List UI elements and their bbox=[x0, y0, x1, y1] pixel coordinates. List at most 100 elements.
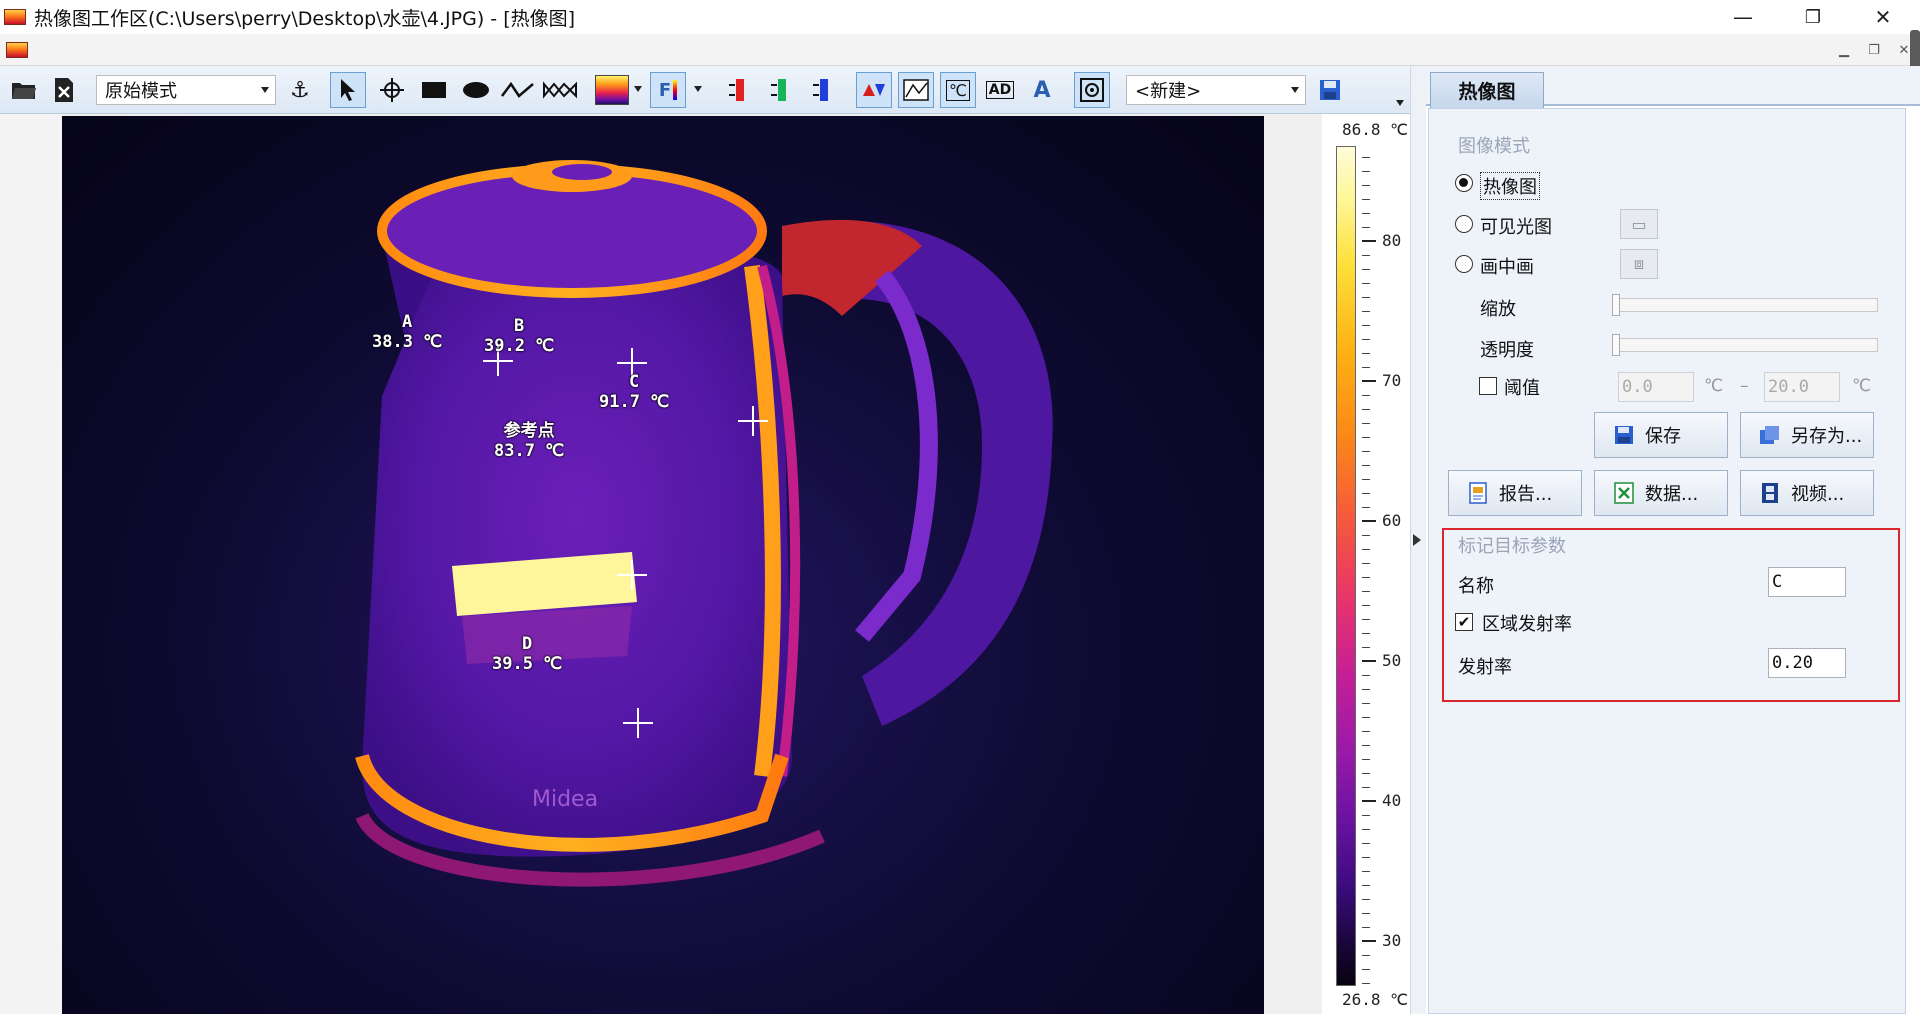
mdi-restore-icon[interactable]: ❐ bbox=[1864, 40, 1884, 60]
isotherm-low-icon[interactable] bbox=[804, 72, 840, 108]
scale-minor-tick bbox=[1362, 269, 1370, 271]
save-as-button[interactable]: 另存为... bbox=[1740, 412, 1874, 458]
radio-thermal[interactable] bbox=[1455, 174, 1473, 192]
polyline-tool-icon[interactable] bbox=[500, 72, 536, 108]
scale-minor-tick bbox=[1362, 675, 1370, 677]
marker-c-crosshair-icon[interactable] bbox=[738, 406, 768, 436]
marker-c-name: C bbox=[629, 372, 640, 392]
opacity-slider[interactable] bbox=[1612, 338, 1878, 352]
marker-ref-crosshair-icon[interactable] bbox=[617, 560, 647, 590]
chevron-down-icon bbox=[1291, 87, 1299, 93]
marker-a-temp: 38.3 ℃ bbox=[372, 332, 443, 352]
window-title: 热像图工作区(C:\Users\perry\Desktop\水壶\4.JPG) … bbox=[34, 7, 576, 30]
scale-minor-tick bbox=[1362, 913, 1370, 915]
splitter-arrow-icon[interactable] bbox=[1413, 534, 1421, 546]
zoom-label: 缩放 bbox=[1480, 299, 1516, 320]
report-button[interactable]: 报告... bbox=[1448, 470, 1582, 516]
display-mode-select[interactable]: 原始模式 bbox=[96, 75, 276, 105]
minimize-button[interactable]: — bbox=[1710, 0, 1776, 34]
text-annotation-icon[interactable]: A bbox=[1024, 72, 1060, 108]
scale-tick-label: 40 bbox=[1382, 791, 1402, 811]
scale-minor-tick bbox=[1362, 409, 1370, 411]
threshold-dash: – bbox=[1740, 376, 1749, 396]
palette-selector[interactable] bbox=[590, 72, 634, 108]
zoom-slider-thumb[interactable] bbox=[1612, 294, 1620, 316]
radio-visible-label[interactable]: 可见光图 bbox=[1480, 213, 1552, 239]
video-button[interactable]: 视频... bbox=[1740, 470, 1874, 516]
scale-minor-tick bbox=[1362, 717, 1370, 719]
target-name-field[interactable]: C bbox=[1768, 567, 1846, 597]
save-as-button-label: 另存为... bbox=[1791, 426, 1863, 447]
isotherm-high-icon[interactable] bbox=[720, 72, 756, 108]
restore-button[interactable]: ❐ bbox=[1780, 0, 1846, 34]
threshold-high-field[interactable]: 20.0 bbox=[1764, 372, 1840, 402]
film-icon bbox=[1759, 482, 1781, 504]
toolbar: 原始模式 ⚓ F ℃ AD A <新建> bbox=[0, 66, 1410, 114]
region-emissivity-checkbox[interactable]: ✔ bbox=[1455, 613, 1473, 631]
ad-value-icon[interactable]: AD bbox=[982, 72, 1018, 108]
isotherm-mid-icon[interactable] bbox=[762, 72, 798, 108]
temperature-profile-icon[interactable] bbox=[898, 72, 934, 108]
scale-minor-tick bbox=[1362, 577, 1370, 579]
visible-image-icon[interactable]: ▭ bbox=[1620, 209, 1658, 239]
toolbar-overflow-icon[interactable] bbox=[1396, 100, 1404, 106]
ellipse-tool-icon[interactable] bbox=[458, 72, 494, 108]
scale-minor-tick bbox=[1362, 325, 1370, 327]
radio-pip[interactable] bbox=[1455, 255, 1473, 273]
close-file-icon[interactable] bbox=[46, 72, 82, 108]
emissivity-field[interactable]: 0.20 bbox=[1768, 648, 1846, 678]
scale-minor-tick bbox=[1362, 367, 1370, 369]
point-tool-icon[interactable] bbox=[374, 72, 410, 108]
preset-select[interactable]: <新建> bbox=[1126, 75, 1306, 105]
scale-minor-tick bbox=[1362, 213, 1370, 215]
radio-thermal-label[interactable]: 热像图 bbox=[1480, 172, 1540, 200]
close-button[interactable]: ✕ bbox=[1850, 0, 1916, 34]
scale-tick-label: 80 bbox=[1382, 231, 1402, 251]
scale-major-tick bbox=[1362, 660, 1376, 663]
opacity-slider-thumb[interactable] bbox=[1612, 334, 1620, 356]
threshold-checkbox[interactable] bbox=[1479, 377, 1497, 395]
rectangle-tool-icon[interactable] bbox=[416, 72, 452, 108]
save-preset-icon[interactable] bbox=[1312, 72, 1348, 108]
radio-visible[interactable] bbox=[1455, 215, 1473, 233]
max-min-marker-icon[interactable] bbox=[856, 72, 892, 108]
data-button[interactable]: 数据... bbox=[1594, 470, 1728, 516]
temperature-colorbar bbox=[1336, 146, 1356, 986]
radio-pip-label[interactable]: 画中画 bbox=[1480, 253, 1534, 279]
scale-minor-tick bbox=[1362, 563, 1370, 565]
marker-b-name: B bbox=[514, 316, 525, 336]
target-params-title: 标记目标参数 bbox=[1458, 536, 1566, 557]
zoom-slider[interactable] bbox=[1612, 298, 1878, 312]
pip-image-icon[interactable]: ⧈ bbox=[1620, 249, 1658, 279]
mdi-minimize-icon[interactable]: ▁ bbox=[1834, 40, 1854, 60]
save-button[interactable]: 保存 bbox=[1594, 412, 1728, 458]
pointer-tool-icon[interactable] bbox=[330, 72, 366, 108]
kettle-logo-text: Midea bbox=[532, 787, 598, 812]
palette-chevron-down-icon[interactable] bbox=[634, 86, 642, 92]
scale-minor-tick bbox=[1362, 395, 1370, 397]
celsius-display-icon[interactable]: ℃ bbox=[940, 72, 976, 108]
thermal-image[interactable]: Midea A 38.3 ℃ B 39.2 ℃ C 91.7 ℃ 参考点 83.… bbox=[62, 116, 1264, 1014]
open-folder-icon[interactable] bbox=[6, 72, 42, 108]
scale-minor-tick bbox=[1362, 703, 1370, 705]
scale-minor-tick bbox=[1362, 885, 1370, 887]
marker-b-label: B 39.2 ℃ bbox=[484, 316, 554, 356]
marker-d-crosshair-icon[interactable] bbox=[623, 708, 653, 738]
scale-minor-tick bbox=[1362, 353, 1370, 355]
focus-lock-icon[interactable] bbox=[1074, 72, 1110, 108]
scale-tick-label: 50 bbox=[1382, 651, 1402, 671]
scale-major-tick bbox=[1362, 800, 1376, 803]
palette-mode-icon[interactable]: F bbox=[650, 72, 686, 108]
save-button-label: 保存 bbox=[1645, 426, 1681, 447]
excel-icon bbox=[1613, 482, 1635, 504]
celsius-text: ℃ bbox=[946, 79, 970, 101]
chevron-down-icon bbox=[261, 87, 269, 93]
anchor-icon[interactable]: ⚓ bbox=[282, 72, 318, 108]
polygon-tool-icon[interactable] bbox=[542, 72, 578, 108]
document-thermal-icon[interactable] bbox=[6, 42, 28, 58]
tab-thermal-image[interactable]: 热像图 bbox=[1430, 72, 1544, 108]
threshold-low-field[interactable]: 0.0 bbox=[1618, 372, 1694, 402]
marker-b-temp: 39.2 ℃ bbox=[484, 336, 555, 356]
palette-mode-chevron-down-icon[interactable] bbox=[694, 86, 702, 92]
video-button-label: 视频... bbox=[1791, 484, 1845, 505]
